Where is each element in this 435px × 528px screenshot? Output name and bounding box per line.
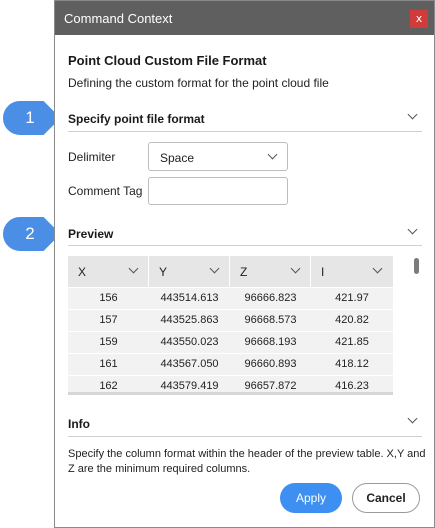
table-cell: 420.82: [335, 314, 369, 326]
table-header: X Y Z I: [68, 256, 393, 287]
table-cell: 96660.893: [244, 358, 297, 370]
table-cell: 156: [99, 292, 118, 304]
dialog-heading: Point Cloud Custom File Format: [68, 53, 267, 68]
callout-number-2: 2: [25, 224, 35, 243]
close-icon: x: [415, 12, 423, 25]
title-bar[interactable]: Command Context x: [55, 1, 434, 35]
divider: [68, 436, 422, 437]
divider: [68, 245, 422, 246]
table-cell: 443525.863: [160, 314, 219, 326]
scrollbar-thumb[interactable]: [414, 258, 419, 274]
column-header-x[interactable]: X: [68, 256, 149, 287]
chevron-down-icon: [267, 149, 278, 160]
table-cell: 443579.419: [160, 380, 219, 392]
chevron-down-icon[interactable]: [128, 263, 139, 274]
chevron-down-icon[interactable]: [407, 109, 418, 120]
column-header-z[interactable]: Z: [230, 256, 311, 287]
table-row: 157 443525.863 96668.573 420.82: [68, 309, 393, 331]
table-cell: 161: [99, 358, 118, 370]
preview-table: X Y Z I 156 443514.613 96666.823 421.97: [68, 256, 393, 393]
section-header-info[interactable]: Info: [68, 417, 90, 431]
callout-number-1: 1: [25, 108, 35, 127]
divider: [68, 131, 422, 132]
table-row: 161 443567.050 96660.893 418.12: [68, 353, 393, 375]
table-row: 162 443579.419 96657.872 416.23: [68, 375, 393, 393]
table-cell: 157: [99, 314, 118, 326]
chevron-down-icon[interactable]: [407, 224, 418, 235]
chevron-down-icon[interactable]: [407, 413, 418, 424]
chevron-down-icon[interactable]: [209, 263, 220, 274]
table-cell: 418.12: [335, 358, 369, 370]
chevron-down-icon[interactable]: [372, 263, 383, 274]
table-cell: 159: [99, 336, 118, 348]
info-text: Specify the column format within the hea…: [68, 448, 426, 475]
window-title: Command Context: [64, 11, 173, 26]
table-cell: 421.97: [335, 292, 369, 304]
table-cell: 96668.573: [244, 314, 297, 326]
table-cell: 443550.023: [160, 336, 219, 348]
column-header-label: I: [321, 265, 325, 279]
column-header-label: Z: [240, 265, 248, 279]
table-cell: 421.85: [335, 336, 369, 348]
table-cell: 443567.050: [160, 358, 219, 370]
column-header-label: X: [78, 265, 87, 279]
delimiter-value: Space: [160, 151, 195, 165]
close-button[interactable]: x: [410, 10, 428, 28]
vertical-scrollbar[interactable]: [412, 256, 420, 393]
comment-tag-input[interactable]: [148, 177, 288, 205]
cancel-button[interactable]: Cancel: [352, 483, 420, 513]
dialog-subheading: Defining the custom format for the point…: [68, 76, 329, 90]
table-cell: 96668.193: [244, 336, 297, 348]
column-header-i[interactable]: I: [311, 256, 393, 287]
column-header-label: Y: [159, 265, 168, 279]
section-header-preview[interactable]: Preview: [68, 227, 113, 241]
delimiter-label: Delimiter: [68, 150, 116, 164]
table-cell: 96666.823: [244, 292, 297, 304]
chevron-down-icon[interactable]: [290, 263, 301, 274]
command-context-dialog: Command Context x Point Cloud Custom Fil…: [54, 0, 435, 528]
comment-tag-label: Comment Tag: [68, 184, 143, 198]
table-cell: 96657.872: [244, 380, 297, 392]
table-row: 156 443514.613 96666.823 421.97: [68, 287, 393, 309]
apply-button[interactable]: Apply: [280, 483, 342, 513]
table-cell: 162: [99, 380, 118, 392]
horizontal-scrollbar[interactable]: [68, 392, 393, 395]
table-cell: 443514.613: [160, 292, 219, 304]
section-header-format[interactable]: Specify point file format: [68, 112, 205, 126]
table-row: 159 443550.023 96668.193 421.85: [68, 331, 393, 353]
delimiter-select[interactable]: Space: [148, 142, 288, 171]
column-header-y[interactable]: Y: [149, 256, 230, 287]
table-cell: 416.23: [335, 380, 369, 392]
